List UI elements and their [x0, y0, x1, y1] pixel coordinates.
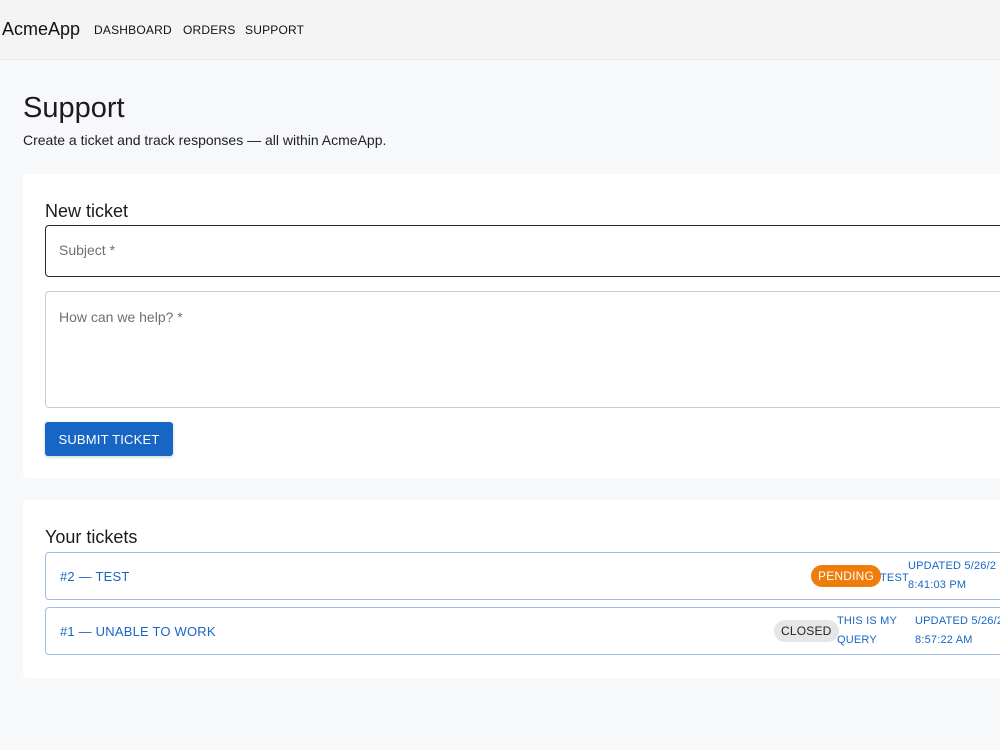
ticket-title[interactable]: #1 — UNABLE TO WORK [60, 624, 216, 639]
your-tickets-heading: Your tickets [45, 527, 138, 547]
message-textarea[interactable]: How can we help? * [45, 291, 1000, 408]
status-badge-pending: PENDING [811, 565, 882, 587]
status-badge-closed: CLOSED [774, 620, 839, 642]
nav-dashboard[interactable]: DASHBOARD [94, 23, 172, 37]
ticket-updated-time: 8:41:03 PM [908, 579, 967, 591]
page-subtitle: Create a ticket and track responses — al… [23, 132, 387, 148]
subject-input[interactable]: Subject * [45, 225, 1000, 277]
message-placeholder: How can we help? * [59, 309, 183, 325]
subject-placeholder: Subject * [59, 242, 116, 258]
nav-orders[interactable]: ORDERS [183, 23, 236, 37]
ticket-updated-time: 8:57:22 AM [915, 634, 973, 646]
ticket-updated-date: UPDATED 5/26/2 [915, 615, 1000, 627]
ticket-updated-date: UPDATED 5/26/2 [908, 560, 997, 572]
nav-support[interactable]: SUPPORT [245, 23, 304, 37]
your-tickets-card: Your tickets #2 — TEST PENDING TEST UPDA… [23, 500, 1000, 678]
new-ticket-card: New ticket Subject * How can we help? * … [23, 174, 1000, 478]
ticket-query-line-1: THIS IS MY [837, 615, 898, 627]
ticket-query-line-2: QUERY [837, 634, 877, 646]
new-ticket-heading: New ticket [45, 201, 129, 221]
ticket-title[interactable]: #2 — TEST [60, 569, 129, 584]
top-navigation-bar: AcmeApp DASHBOARD ORDERS SUPPORT [0, 0, 1000, 60]
app-brand[interactable]: AcmeApp [2, 19, 80, 40]
page-title: Support [23, 92, 125, 124]
ticket-row-1[interactable]: #1 — UNABLE TO WORK CLOSED THIS IS MY QU… [45, 607, 1000, 655]
ticket-row-2[interactable]: #2 — TEST PENDING TEST UPDATED 5/26/2 8:… [45, 552, 1000, 600]
ticket-query: TEST [880, 572, 909, 584]
submit-ticket-button[interactable]: SUBMIT TICKET [45, 422, 173, 456]
